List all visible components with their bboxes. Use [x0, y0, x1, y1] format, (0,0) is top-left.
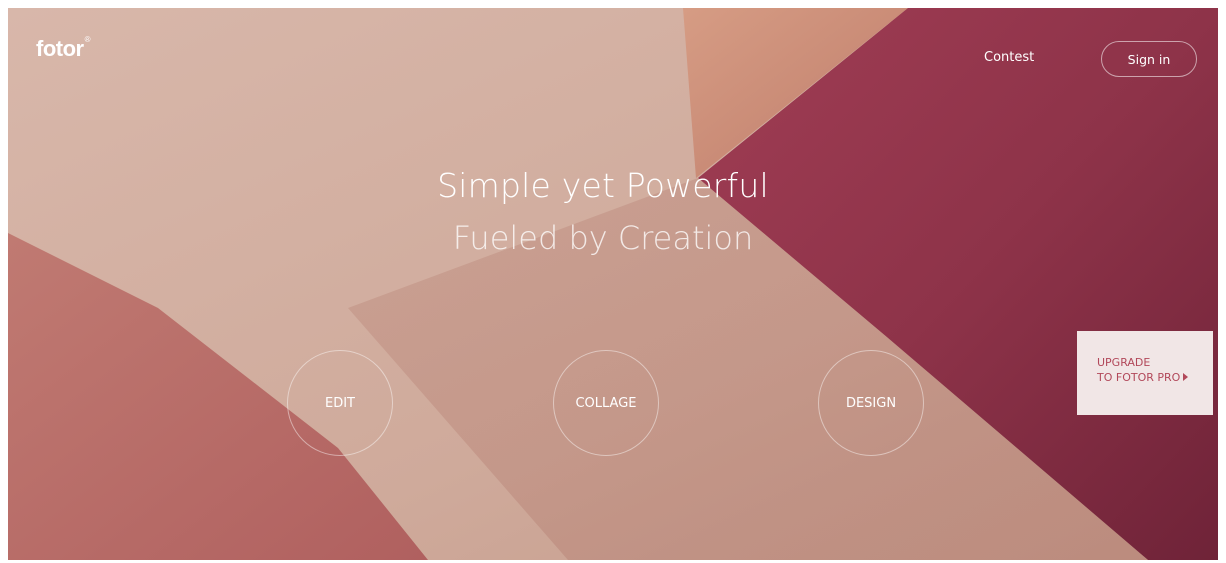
hero-banner: fotor® Contest Sign in Simple yet Powerf…	[8, 8, 1218, 560]
logo-text: fotor	[36, 36, 84, 61]
upgrade-line2-text: TO FOTOR PRO	[1097, 371, 1181, 384]
sign-in-label: Sign in	[1127, 51, 1171, 67]
edit-button[interactable]: EDIT	[287, 350, 393, 456]
design-button[interactable]: DESIGN	[818, 350, 924, 456]
nav-contest-link[interactable]: Contest	[984, 50, 1034, 65]
fotor-logo[interactable]: fotor®	[36, 35, 91, 61]
collage-label: COLLAGE	[575, 395, 637, 411]
registered-mark: ®	[84, 35, 91, 44]
hero-title: Simple yet Powerful	[437, 166, 769, 205]
edit-label: EDIT	[325, 395, 355, 411]
upgrade-line2: TO FOTOR PRO	[1097, 370, 1213, 385]
upgrade-pro-button[interactable]: UPGRADE TO FOTOR PRO	[1077, 331, 1213, 415]
play-arrow-icon	[1183, 373, 1189, 381]
sign-in-button[interactable]: Sign in	[1101, 41, 1197, 77]
collage-button[interactable]: COLLAGE	[553, 350, 659, 456]
design-label: DESIGN	[845, 395, 897, 411]
abstract-background	[8, 8, 1218, 560]
hero-subtitle: Fueled by Creation	[452, 219, 754, 257]
upgrade-line1: UPGRADE	[1097, 356, 1151, 369]
